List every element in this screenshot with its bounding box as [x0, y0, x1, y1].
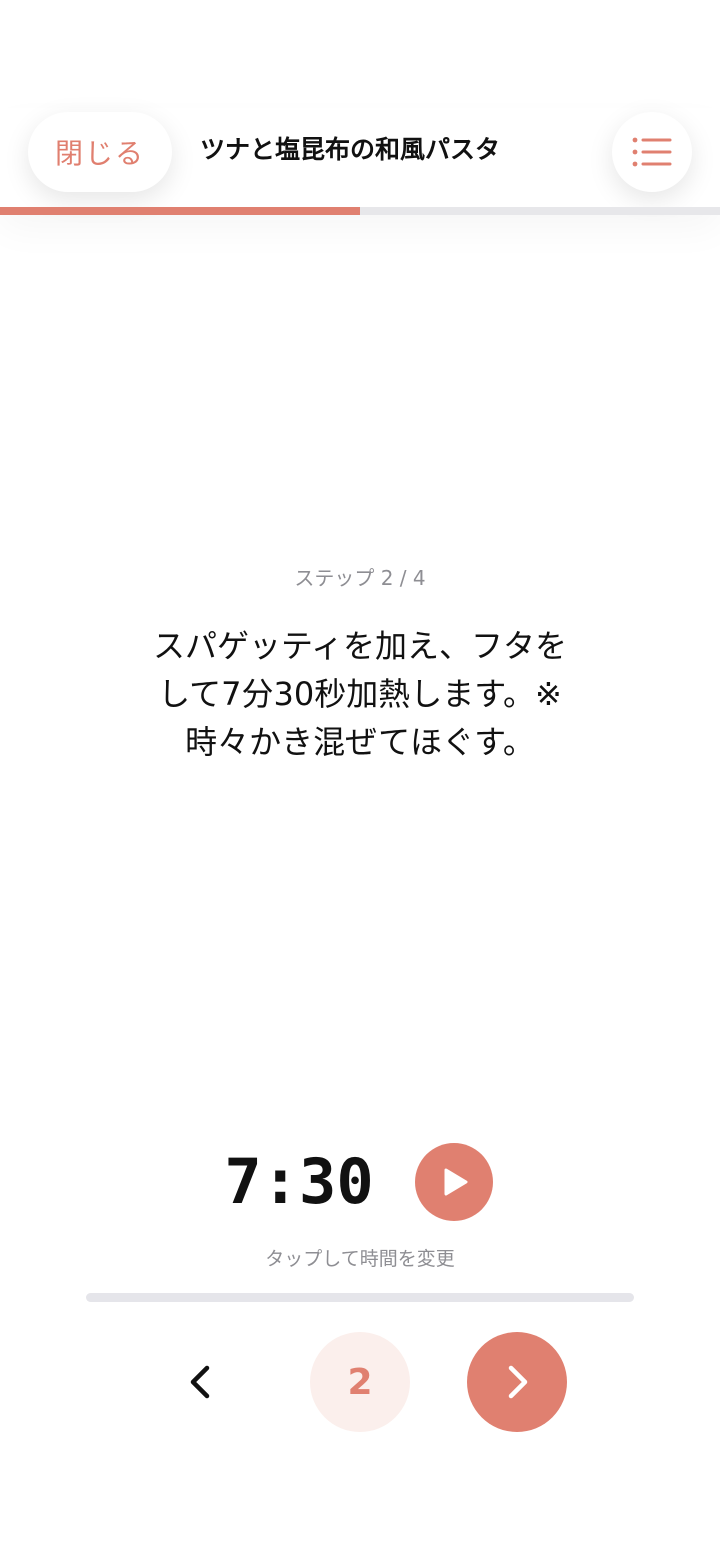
step-list-button[interactable]: [612, 112, 692, 192]
recipe-title: ツナと塩昆布の和風パスタ: [200, 135, 501, 164]
header-bar: 閉じる ツナと塩昆布の和風パスタ: [0, 108, 720, 208]
current-step-number: 2: [310, 1332, 410, 1432]
chevron-right-icon: [508, 1365, 528, 1399]
chevron-left-icon: [190, 1365, 210, 1399]
recipe-progress-bar: [0, 207, 720, 215]
instruction-line: 時々かき混ぜてほぐす。: [185, 723, 535, 761]
previous-step-button[interactable]: [170, 1352, 230, 1412]
step-instruction: スパゲッティを加え、フタを して7分30秒加熱します。※ 時々かき混ぜてほぐす。: [110, 622, 610, 766]
timer-progress-bar: [86, 1293, 634, 1302]
list-icon: [632, 137, 672, 167]
close-button[interactable]: 閉じる: [28, 112, 172, 192]
next-step-button[interactable]: [467, 1332, 567, 1432]
timer-value[interactable]: 7:30: [214, 1146, 384, 1218]
timer-play-button[interactable]: [415, 1143, 493, 1221]
instruction-line: して7分30秒加熱します。※: [158, 675, 562, 713]
play-icon: [444, 1168, 468, 1196]
timer-hint: タップして時間を変更: [265, 1248, 455, 1270]
recipe-progress-fill: [0, 207, 360, 215]
instruction-line: スパゲッティを加え、フタを: [152, 627, 568, 665]
step-indicator: ステップ 2 / 4: [294, 566, 426, 590]
